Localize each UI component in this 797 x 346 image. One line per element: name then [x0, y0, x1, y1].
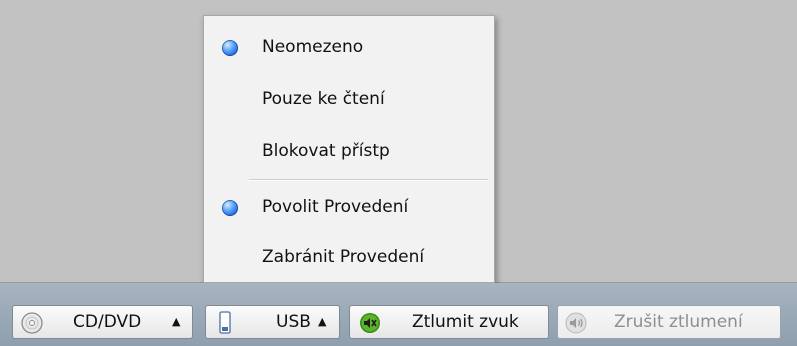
mute-button[interactable]: Ztlumit zvuk: [349, 305, 549, 339]
menu-item-pouze-ke-cteni[interactable]: Pouze ke čtení: [204, 80, 494, 120]
cd-dvd-button[interactable]: CD/DVD ▲: [12, 305, 193, 339]
usb-button[interactable]: USB ▲: [205, 305, 340, 339]
context-menu: Neomezeno Pouze ke čtení Blokovat přístp…: [203, 15, 495, 283]
menu-item-label: Blokovat přístp: [262, 141, 390, 161]
usb-drive-icon: [219, 311, 231, 334]
dropdown-arrow-icon: ▲: [318, 315, 327, 328]
radio-selected-icon: [222, 40, 238, 56]
usb-label: USB: [276, 312, 311, 332]
dropdown-arrow-icon: ▲: [172, 315, 181, 328]
unmute-button[interactable]: Zrušit ztlumení: [557, 305, 781, 339]
menu-item-povolit-provedeni[interactable]: Povolit Provedení: [204, 188, 494, 228]
speaker-muted-icon: [360, 313, 380, 333]
menu-item-label: Neomezeno: [262, 37, 364, 57]
menu-item-label: Zabránit Provedení: [262, 247, 425, 267]
menu-item-label: Povolit Provedení: [262, 197, 409, 217]
menu-separator: [249, 179, 488, 181]
radio-selected-icon: [222, 200, 238, 216]
unmute-label: Zrušit ztlumení: [614, 312, 743, 332]
menu-item-label: Pouze ke čtení: [262, 89, 385, 109]
menu-item-neomezeno[interactable]: Neomezeno: [204, 28, 494, 68]
speaker-icon: [565, 312, 587, 334]
cd-dvd-label: CD/DVD: [73, 312, 142, 332]
menu-item-zabranit-provedeni[interactable]: Zabránit Provedení: [204, 238, 494, 278]
menu-item-blokovat-pristup[interactable]: Blokovat přístp: [204, 132, 494, 172]
disc-icon: [21, 312, 43, 334]
device-control-bar: CD/DVD ▲ USB ▲ Ztlumit zvuk Zrušit ztlum…: [0, 283, 797, 346]
mute-label: Ztlumit zvuk: [412, 312, 519, 332]
